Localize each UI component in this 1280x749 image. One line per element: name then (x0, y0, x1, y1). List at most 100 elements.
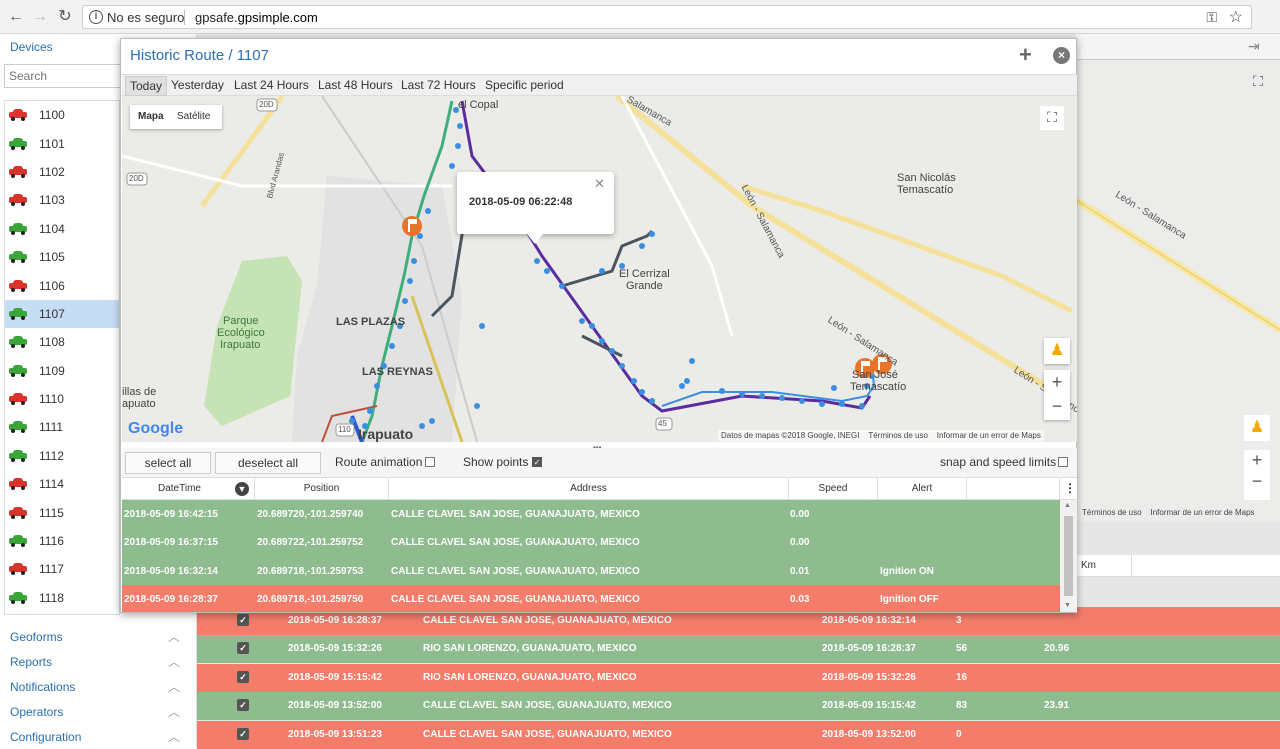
logout-icon[interactable]: ⇥ (1248, 38, 1260, 55)
sort-down-icon[interactable]: ▼ (235, 482, 249, 496)
table-row[interactable]: 2018-05-09 16:42:15 20.689720,-101.259740… (122, 500, 1060, 529)
chevron-up-icon[interactable]: ︿ (168, 703, 180, 720)
row-checkbox[interactable]: ✓ (237, 642, 249, 655)
device-item[interactable]: 1107 (5, 299, 119, 329)
background-grid: ✓ 2018-05-09 16:28:37 CALLE CLAVEL SAN JOS… (197, 607, 1280, 749)
device-item[interactable]: 1110 (5, 385, 119, 413)
historic-route-dialog: Historic Route / 1107 + × Today Yesterday… (120, 38, 1077, 613)
select-all-button[interactable]: select all (125, 452, 211, 474)
browser-toolbar: ← → ↻ i No es seguro gpsafe.gpsimple.com… (0, 0, 1280, 34)
col-address[interactable]: Address (389, 478, 789, 500)
device-item[interactable]: 1111 (5, 413, 119, 441)
back-arrow-icon[interactable]: ← (6, 7, 26, 27)
device-item[interactable]: 1117 (5, 555, 119, 583)
device-item[interactable]: 1116 (5, 527, 119, 555)
column-menu-icon[interactable]: ⋮ (1064, 481, 1076, 495)
address-bar[interactable]: i No es seguro gpsafe.gpsimple.com ⚿ ☆ (82, 5, 1252, 29)
table-row[interactable]: 2018-05-09 16:37:15 20.689722,-101.259752… (122, 528, 1060, 557)
tab-specific-period[interactable]: Specific period (481, 78, 568, 92)
show-points-checkbox[interactable]: ✓ (532, 457, 542, 467)
table-row[interactable]: ✓ 2018-05-09 15:32:26 RIO SAN LORENZO, GUA… (197, 635, 1280, 664)
device-item[interactable]: 1115 (5, 498, 119, 526)
sidebar-section[interactable]: Reports (10, 655, 52, 669)
device-item[interactable]: 1101 (5, 129, 119, 157)
row-checkbox[interactable]: ✓ (237, 699, 249, 712)
chevron-up-icon[interactable]: ︿ (168, 628, 180, 645)
reload-icon[interactable]: ↻ (55, 7, 75, 27)
background-fullscreen-icon[interactable]: ⛶ (1246, 70, 1270, 94)
car-icon (9, 421, 27, 434)
chevron-up-icon[interactable]: ︿ (168, 678, 180, 695)
map-type-mapa[interactable]: Mapa (138, 111, 164, 122)
sidebar-section[interactable]: Operators (10, 705, 63, 719)
device-item[interactable]: 1112 (5, 442, 119, 470)
deselect-all-button[interactable]: deselect all (215, 452, 321, 474)
tab-last-72-hours[interactable]: Last 72 Hours (397, 78, 480, 92)
row-checkbox[interactable]: ✓ (237, 670, 249, 683)
row-checkbox[interactable]: ✓ (237, 727, 249, 740)
device-item[interactable]: 1103 (5, 186, 119, 214)
map-type-satellite[interactable]: Satélite (177, 111, 210, 122)
tab-today[interactable]: Today (125, 76, 168, 96)
tab-last-24-hours[interactable]: Last 24 Hours (230, 78, 313, 92)
info-icon[interactable]: i (89, 10, 103, 24)
route-map[interactable]: 20D 20D 110 45 Blvd Arandas el Copal Sal… (122, 96, 1077, 442)
device-item[interactable]: 1104 (5, 215, 119, 243)
devices-title[interactable]: Devices (10, 40, 53, 54)
device-item[interactable]: 1108 (5, 328, 119, 356)
plus-icon[interactable]: + (1019, 42, 1032, 68)
sidebar-section[interactable]: Notifications (10, 680, 75, 694)
row-checkbox[interactable]: ✓ (237, 614, 249, 626)
table-row[interactable]: ✓ 2018-05-09 13:51:23 CALLE CLAVEL SAN JOS… (197, 720, 1280, 749)
key-icon[interactable]: ⚿ (1206, 9, 1217, 26)
scroll-thumb[interactable] (1064, 516, 1073, 596)
popup-close-icon[interactable]: ✕ (594, 176, 605, 192)
device-item[interactable]: 1106 (5, 271, 119, 299)
table-row[interactable]: 2018-05-09 16:28:37 20.689718,-101.259750… (122, 585, 1060, 612)
tab-last-48-hours[interactable]: Last 48 Hours (314, 78, 397, 92)
col-position[interactable]: Position (255, 478, 389, 500)
cell-start: 2018-05-09 13:51:23 (288, 728, 382, 740)
forward-arrow-icon[interactable]: → (30, 7, 50, 27)
grid-scrollbar[interactable]: ▲ ▼ (1060, 500, 1077, 612)
zoom-in-icon[interactable]: + (1044, 370, 1070, 395)
bg-zoom-control[interactable]: + − (1244, 450, 1270, 500)
table-row[interactable]: ✓ 2018-05-09 15:15:42 RIO SAN LORENZO, GUA… (197, 663, 1280, 692)
fullscreen-icon[interactable]: ⛶ (1040, 106, 1064, 130)
cell-start: 2018-05-09 15:15:42 (288, 671, 382, 683)
table-row[interactable]: 2018-05-09 16:32:14 20.689718,-101.259753… (122, 556, 1060, 586)
place-label: LAS PLAZAS (336, 316, 406, 328)
device-item[interactable]: 1118 (5, 584, 119, 612)
snap-checkbox[interactable] (1058, 457, 1068, 467)
device-name: 1104 (39, 221, 65, 236)
route-animation-checkbox[interactable] (425, 457, 435, 467)
star-icon[interactable]: ☆ (1229, 7, 1243, 27)
tab-yesterday[interactable]: Yesterday (167, 78, 228, 92)
close-icon[interactable]: × (1053, 47, 1070, 64)
chevron-up-icon[interactable]: ︿ (168, 653, 180, 670)
report-link[interactable]: Informar de un error de Maps (937, 431, 1041, 440)
col-datetime[interactable]: DateTime ▼ (122, 478, 255, 500)
col-alert[interactable]: Alert (878, 478, 967, 500)
device-item[interactable]: 1109 (5, 357, 119, 385)
pegman-icon[interactable]: ♟ (1044, 338, 1070, 364)
terms-link[interactable]: Términos de uso (868, 431, 928, 440)
col-speed[interactable]: Speed (789, 478, 878, 500)
table-row[interactable]: ✓ 2018-05-09 13:52:00 CALLE CLAVEL SAN JOS… (197, 692, 1280, 721)
device-item[interactable]: 1102 (5, 158, 119, 186)
chevron-up-icon[interactable]: ︿ (168, 728, 180, 745)
place-label: apuato (122, 398, 156, 410)
device-item[interactable]: 1100 (5, 101, 119, 129)
bg-zoom-out-icon[interactable]: − (1244, 471, 1270, 492)
scroll-down-icon[interactable]: ▼ (1064, 602, 1071, 609)
sidebar-section[interactable]: Geoforms (10, 630, 63, 644)
bg-pegman-icon[interactable]: ♟ (1244, 415, 1270, 441)
bg-zoom-in-icon[interactable]: + (1244, 450, 1270, 471)
park-label: Parque (223, 315, 259, 327)
device-item[interactable]: 1105 (5, 243, 119, 271)
zoom-out-icon[interactable]: − (1044, 395, 1070, 420)
sidebar-section[interactable]: Configuration (10, 730, 81, 744)
device-item[interactable]: 1114 (5, 470, 119, 498)
place-label: Temascatío (897, 184, 954, 196)
scroll-up-icon[interactable]: ▲ (1064, 502, 1071, 509)
